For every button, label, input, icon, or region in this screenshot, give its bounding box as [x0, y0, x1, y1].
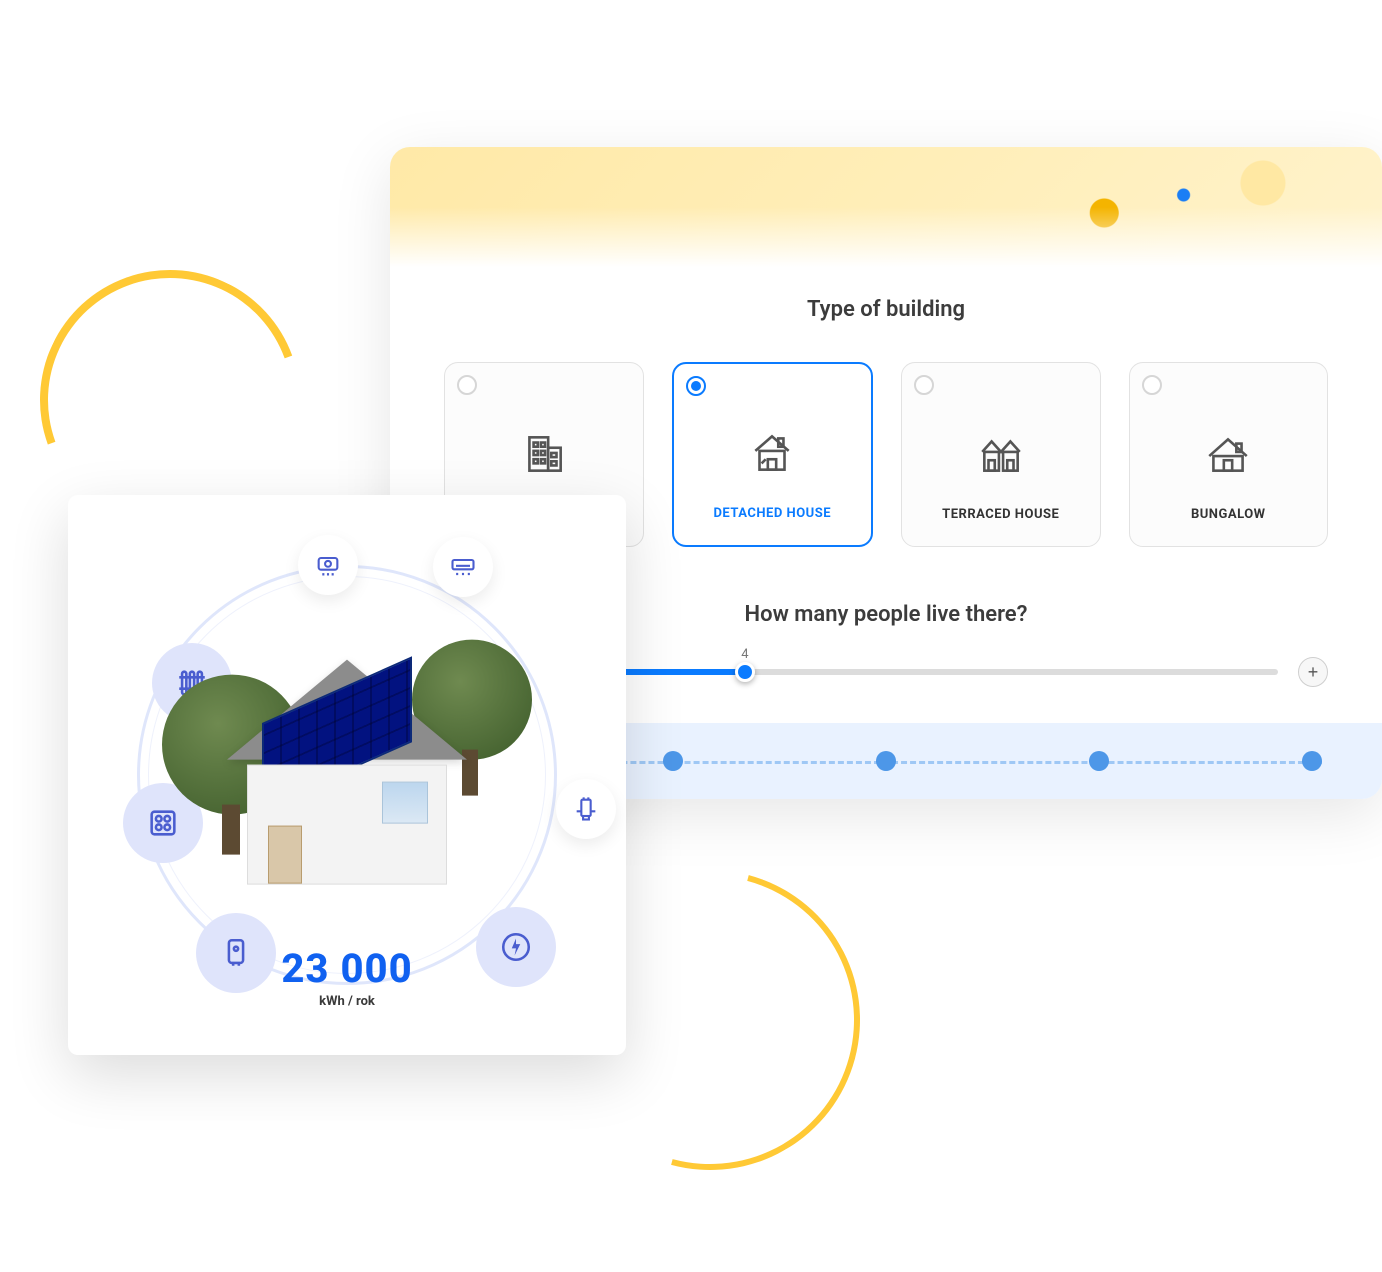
radio-icon: [457, 375, 477, 395]
progress-step: [1302, 751, 1322, 771]
bungalow-icon: [1203, 429, 1253, 479]
energy-readout: 23 000 kWh / rok: [281, 945, 412, 1009]
progress-step: [663, 751, 683, 771]
progress-step: [876, 751, 896, 771]
boiler-icon[interactable]: [196, 913, 276, 993]
building-type-heading: Type of building: [390, 297, 1382, 322]
energy-consumption-card: 23 000 kWh / rok: [68, 495, 626, 1055]
energy-value: 23 000: [281, 945, 412, 992]
radio-icon: [686, 376, 706, 396]
progress-step: [1089, 751, 1109, 771]
option-label: DETACHED HOUSE: [713, 506, 831, 521]
option-terraced-house[interactable]: TERRACED HOUSE: [901, 362, 1101, 547]
option-label: TERRACED HOUSE: [942, 507, 1059, 522]
slider-value-label: 4: [741, 647, 748, 662]
energy-unit: kWh / rok: [281, 994, 412, 1009]
panel-decorative-header: [390, 147, 1382, 267]
increment-button[interactable]: +: [1298, 657, 1328, 687]
flat-icon: [519, 429, 569, 479]
slider-thumb[interactable]: [735, 662, 755, 682]
option-detached-house[interactable]: DETACHED HOUSE: [672, 362, 874, 547]
heater-icon[interactable]: [298, 535, 358, 595]
detached-house-icon: [747, 428, 797, 478]
pump-icon[interactable]: [556, 779, 616, 839]
option-bungalow[interactable]: BUNGALOW: [1129, 362, 1329, 547]
radio-icon: [1142, 375, 1162, 395]
ac-icon[interactable]: [433, 537, 493, 597]
terraced-house-icon: [976, 429, 1026, 479]
power-icon[interactable]: [476, 907, 556, 987]
option-label: BUNGALOW: [1191, 507, 1266, 522]
radio-icon: [914, 375, 934, 395]
house-illustration: [192, 635, 502, 895]
